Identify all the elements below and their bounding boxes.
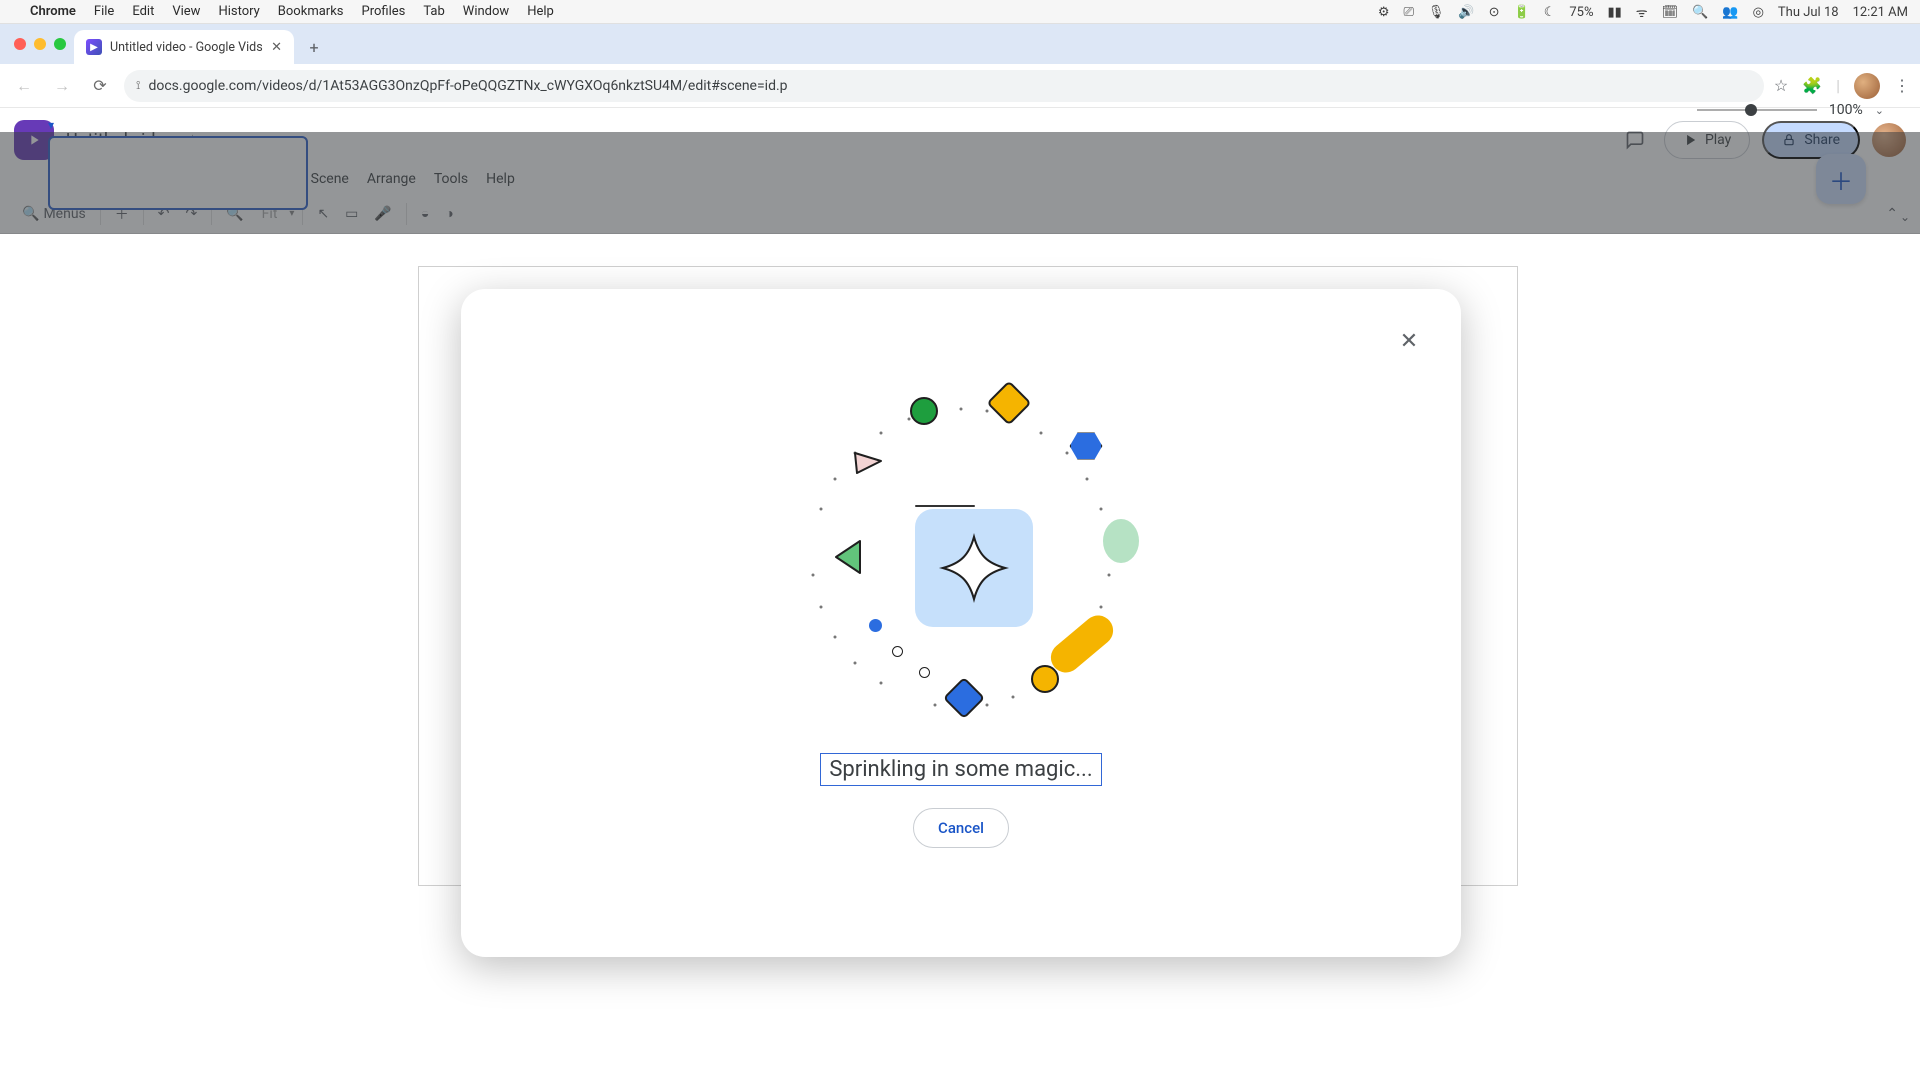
mac-menubar: Chrome File Edit View History Bookmarks … (0, 0, 1920, 24)
pink-triangle-shape-icon (851, 447, 885, 477)
omnibox[interactable]: ⟟ docs.google.com/videos/d/1At53AGG3OnzQ… (124, 70, 1764, 102)
volume-icon[interactable]: 🔊 (1458, 5, 1474, 20)
green-circle-shape-icon (910, 397, 938, 425)
chrome-window: ▶ Untitled video - Google Vids ✕ + ⌄ ← →… (0, 24, 1920, 234)
new-tab-button[interactable]: + (300, 33, 328, 61)
chrome-tab-strip: ▶ Untitled video - Google Vids ✕ + ⌄ (0, 24, 1920, 64)
users-icon[interactable]: 👥 (1722, 5, 1738, 20)
window-zoom-button[interactable] (54, 38, 66, 50)
spotlight-icon[interactable]: 🔍 (1692, 5, 1708, 20)
blue-dot-shape-icon (869, 619, 882, 632)
extensions-puzzle-icon[interactable]: 🧩 (1802, 76, 1822, 95)
mac-menu-file[interactable]: File (94, 4, 114, 19)
nav-back-icon[interactable]: ← (10, 76, 38, 96)
mac-menu-history[interactable]: History (218, 4, 259, 19)
omnibox-url: docs.google.com/videos/d/1At53AGG3OnzQpF… (148, 78, 787, 94)
timeline-zoom-slider[interactable] (1697, 109, 1817, 111)
timeline-zoom-control: 100% ⌄ (1697, 102, 1884, 118)
cancel-button-label: Cancel (938, 819, 984, 837)
mac-menu-help[interactable]: Help (527, 4, 554, 19)
loading-illustration (791, 379, 1131, 739)
small-ring-shape-icon (919, 667, 930, 678)
play-circle-icon[interactable]: ⊙ (1489, 5, 1500, 20)
siri-icon[interactable]: ◎ (1753, 5, 1764, 20)
tab-close-icon[interactable]: ✕ (271, 40, 282, 55)
chrome-address-bar: ← → ⟳ ⟟ docs.google.com/videos/d/1At53AG… (0, 64, 1920, 108)
loading-modal: ✕ (461, 289, 1461, 957)
orange-circle-shape-icon (1031, 665, 1059, 693)
tab-title: Untitled video - Google Vids (110, 40, 263, 55)
pale-green-oval-shape-icon (1103, 519, 1139, 563)
calendar-icon[interactable]: 🗓 (1662, 5, 1679, 20)
site-settings-icon[interactable]: ⟟ (136, 78, 140, 93)
sparkle-tile-icon (915, 509, 1033, 627)
chrome-profile-avatar[interactable] (1854, 73, 1880, 99)
tab-favicon: ▶ (86, 39, 102, 55)
mic-icon[interactable]: 🎙 (1428, 5, 1445, 20)
tile-top-edge (915, 505, 975, 507)
modal-scrim (0, 132, 1920, 234)
chrome-menu-kebab-icon[interactable]: ⋮ (1894, 76, 1910, 95)
mac-app-name[interactable]: Chrome (30, 4, 76, 19)
settings-gear-icon[interactable]: ⚙ (1378, 5, 1390, 20)
mac-menu-bookmarks[interactable]: Bookmarks (278, 4, 344, 19)
cancel-button[interactable]: Cancel (913, 808, 1009, 848)
nav-forward-icon: → (48, 76, 76, 96)
small-ring-shape-icon (892, 646, 903, 657)
window-close-button[interactable] (14, 38, 26, 50)
window-minimize-button[interactable] (34, 38, 46, 50)
green-triangle-shape-icon (832, 537, 862, 577)
modal-close-button[interactable]: ✕ (1387, 319, 1431, 363)
mac-time[interactable]: 12:21 AM (1853, 5, 1908, 20)
nav-reload-icon[interactable]: ⟳ (86, 76, 114, 95)
browser-tab[interactable]: ▶ Untitled video - Google Vids ✕ (74, 30, 294, 64)
wifi-icon[interactable]: ᯤ (1636, 3, 1648, 21)
moon-dnd-icon[interactable]: ☾ (1544, 5, 1556, 20)
mac-menu-view[interactable]: View (172, 4, 200, 19)
battery-text: 75% (1569, 5, 1593, 20)
mac-date[interactable]: Thu Jul 18 (1778, 5, 1839, 20)
mac-status-tray: ⚙ ⎚ 🎙 🔊 ⊙ 🔋 ☾ 75% ▮▮ ᯤ 🗓 🔍 👥 ◎ Thu Jul 1… (1378, 0, 1908, 24)
mac-menu-tab[interactable]: Tab (423, 4, 444, 19)
bookmark-star-icon[interactable]: ☆ (1774, 76, 1788, 95)
timeline-zoom-value[interactable]: 100% (1829, 102, 1863, 118)
chevron-down-icon[interactable]: ⌄ (1875, 104, 1884, 117)
battery-full-icon: ▮▮ (1607, 5, 1621, 20)
timeline-zoom-thumb[interactable] (1745, 104, 1757, 116)
window-traffic-lights (10, 24, 74, 64)
playhead-marker-icon[interactable]: ▾ (48, 118, 54, 132)
display-icon[interactable]: ⎚ (1403, 5, 1413, 20)
battery-icon[interactable]: 🔋 (1514, 5, 1530, 20)
loading-status-text: Sprinkling in some magic... (820, 753, 1101, 786)
mac-menu-profiles[interactable]: Profiles (362, 4, 406, 19)
mac-menu-window[interactable]: Window (463, 4, 509, 19)
mac-menu-edit[interactable]: Edit (132, 4, 154, 19)
